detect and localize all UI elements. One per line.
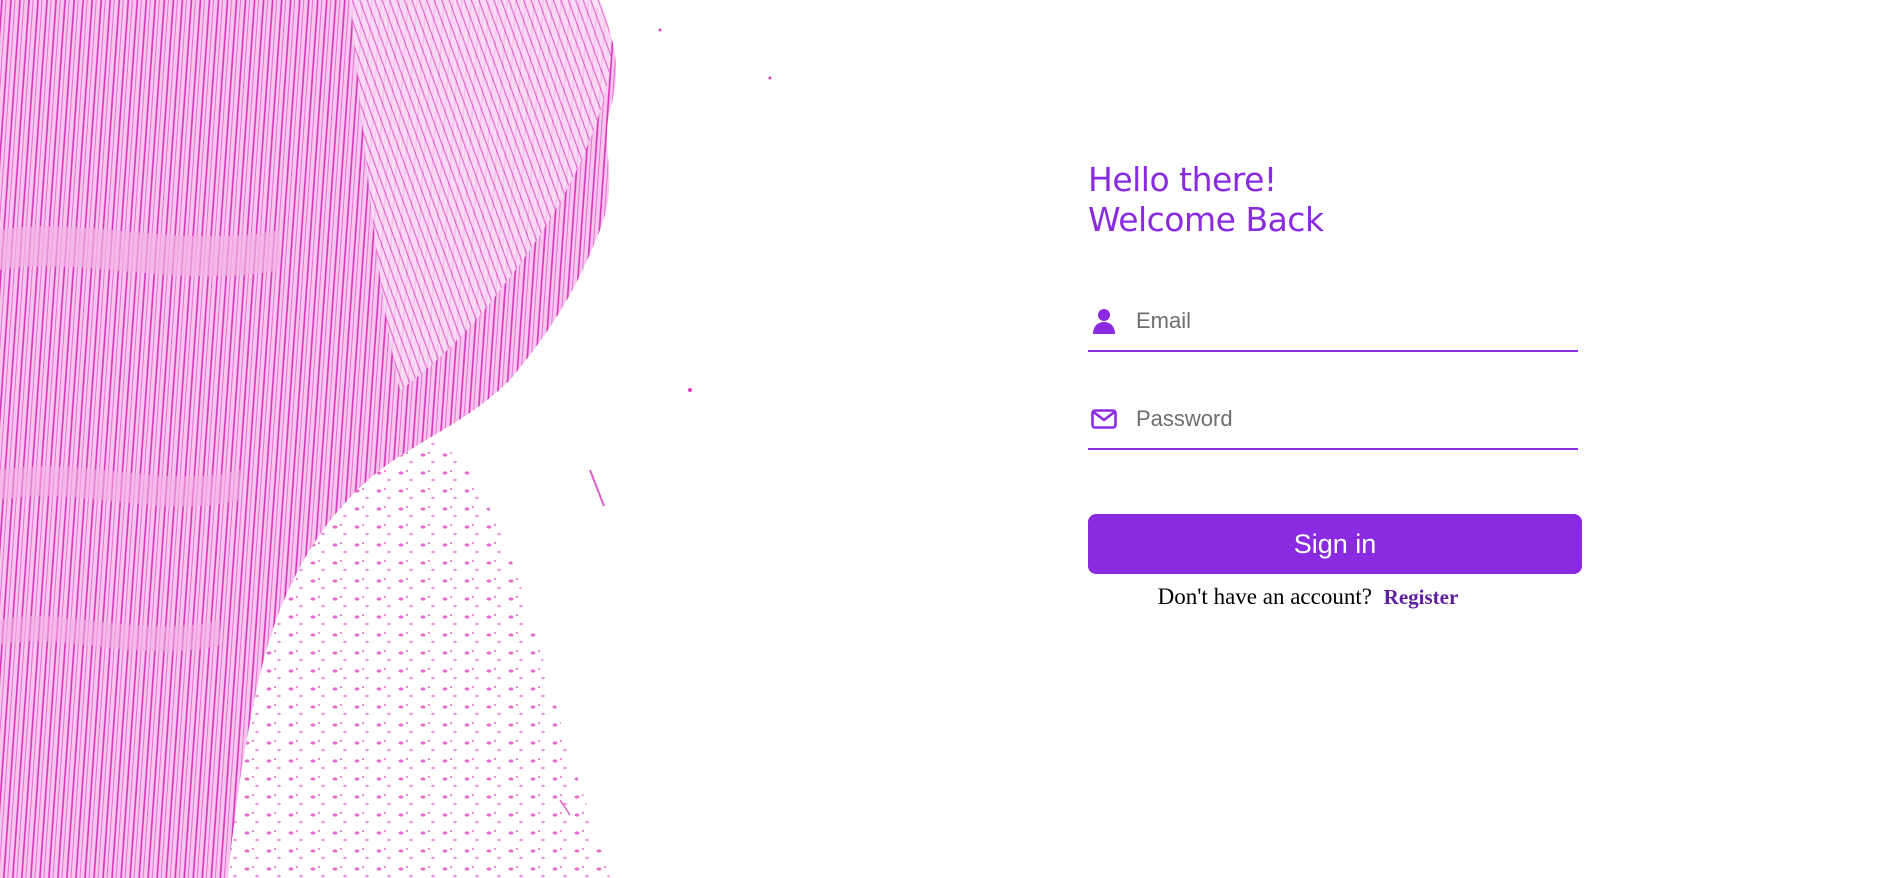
register-link[interactable]: Register [1384, 585, 1459, 609]
password-field [1088, 390, 1578, 450]
sign-in-button[interactable]: Sign in [1088, 514, 1582, 574]
login-form: Hello there! Welcome Back Sign in [1088, 160, 1584, 610]
password-input[interactable] [1136, 406, 1556, 432]
login-page: Hello there! Welcome Back Sign in [0, 0, 1890, 878]
register-prompt-text: Don't have an account? [1157, 584, 1372, 609]
email-field [1088, 292, 1578, 352]
envelope-icon [1090, 405, 1118, 433]
user-icon [1090, 307, 1118, 335]
greeting-heading: Hello there! Welcome Back [1088, 160, 1584, 240]
greeting-line-2: Welcome Back [1088, 200, 1324, 239]
paint-stroke-background [0, 0, 772, 878]
email-input[interactable] [1136, 308, 1556, 334]
register-prompt: Don't have an account? Register [1088, 584, 1528, 610]
greeting-line-1: Hello there! [1088, 160, 1277, 199]
